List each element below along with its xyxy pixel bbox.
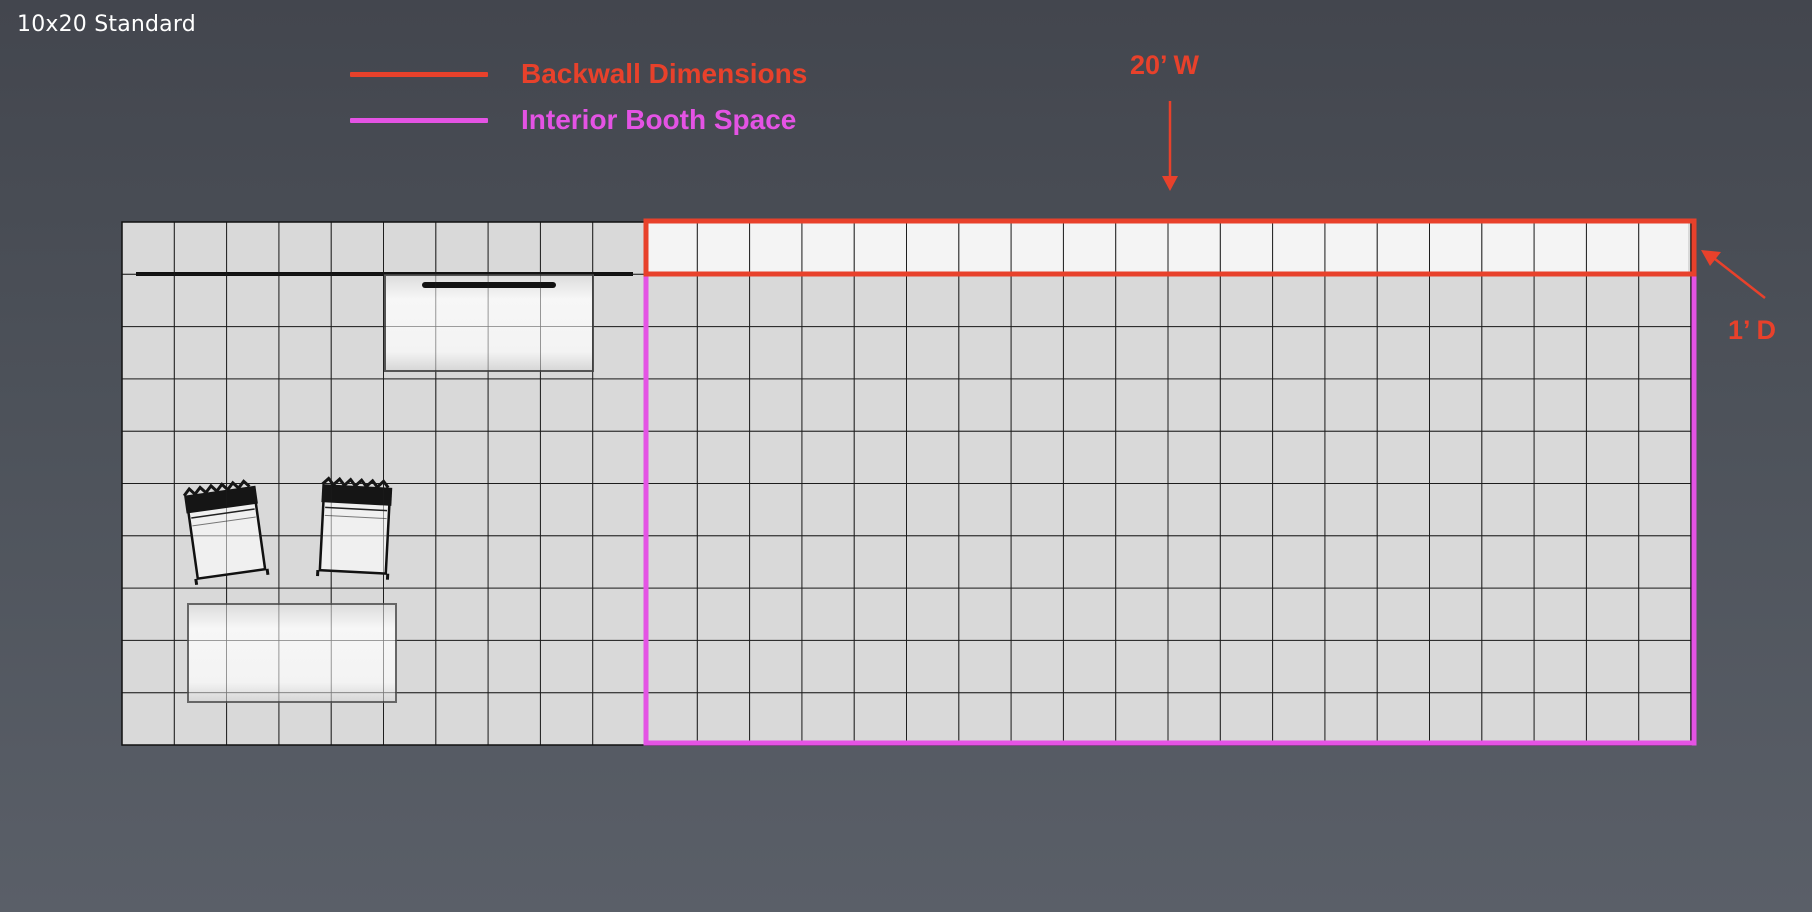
chair-icon <box>316 476 393 580</box>
chair-icon <box>182 479 270 586</box>
arrow-down-icon <box>1162 101 1178 191</box>
booth-floor-plan <box>121 101 1766 746</box>
arrow-diagonal-icon <box>1701 250 1766 299</box>
backwall-panel <box>644 222 1688 274</box>
counter-icon <box>384 274 594 372</box>
table-icon <box>187 603 397 703</box>
